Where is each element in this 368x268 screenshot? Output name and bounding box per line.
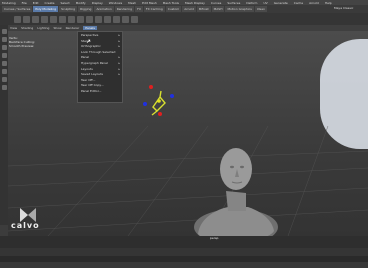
shelf-tab[interactable]: Curves / Surfaces [2,6,33,12]
panel-menu-item[interactable]: Panels [83,26,97,30]
select-tool-icon[interactable] [1,29,7,34]
logo-text: calvo [11,221,40,230]
shelf-icon-row [0,13,368,25]
menu-item[interactable]: UV [263,1,267,5]
manip-handle-yellow[interactable] [157,99,161,103]
locator-shape [151,90,166,116]
cube-icon[interactable] [23,15,30,23]
shelf-tab[interactable]: Poly Modeling [33,6,59,12]
shelf-tab[interactable]: Motion Graphics [225,6,254,12]
time-slider[interactable] [0,236,368,248]
shelf-tab[interactable]: Arnold [182,6,196,12]
manip-handle-red[interactable] [149,85,153,89]
cone-icon[interactable] [41,15,48,23]
manip-handle-blue-2[interactable] [143,102,147,106]
shelf-tab[interactable]: MASH [211,6,225,12]
manip-handle-red-2[interactable] [158,112,162,116]
menu-item[interactable]: Curves [211,1,221,5]
shelf-tab[interactable]: FX [135,6,143,12]
panel-menu-item[interactable]: Renderer [66,26,80,30]
panel-menu-item[interactable]: Lighting [37,26,49,30]
manip-handle-blue[interactable] [170,94,174,98]
toolbox [0,25,8,225]
menu-item[interactable]: Display [92,1,103,5]
bevel-icon[interactable] [104,15,111,23]
workspace-selector[interactable]: Maya Classic [334,6,353,10]
paint-select-tool-icon[interactable] [1,45,7,50]
scale-tool-icon[interactable] [1,69,7,74]
move-tool-icon[interactable] [1,53,7,58]
menu-item[interactable]: Cache [294,1,303,5]
panel-menu-item[interactable]: Shading [21,26,33,30]
hud-display: Verts: Backface Culling: Smooth Preview: [9,36,35,48]
help-line [0,262,368,268]
menu-item[interactable]: Create [45,1,55,5]
cylinder-icon[interactable] [32,15,39,23]
menu-item[interactable]: Arnold [309,1,319,5]
extrude-icon[interactable] [86,15,93,23]
sphere-icon[interactable] [14,15,21,23]
panel-menu-item[interactable]: View [10,26,17,30]
shelf-tab[interactable]: FX Caching [143,6,165,12]
separate-icon[interactable] [77,15,84,23]
menu-item[interactable]: Edit [33,1,39,5]
rotate-tool-icon[interactable] [1,61,7,66]
single-layout-icon[interactable] [1,77,7,82]
menu-item[interactable]: Modify [76,1,86,5]
menu-item[interactable]: Deform [246,1,257,5]
mouse-cursor-icon: ➚ [86,38,92,45]
shelf-tab[interactable]: Animation [94,6,114,12]
range-slider[interactable] [0,248,368,256]
shelf-tab[interactable]: Rendering [114,6,135,12]
perspective-viewport[interactable] [8,31,368,236]
dropdown-item[interactable]: Panel Editor... [78,89,122,95]
locator-manipulator[interactable] [135,83,185,123]
shelf-tab[interactable]: Sculpting [59,6,78,12]
torus-icon[interactable] [59,15,66,23]
menu-item[interactable]: Mesh [128,1,136,5]
menu-item[interactable]: Windows [109,1,122,5]
multicut-icon[interactable] [122,15,129,23]
bridge-icon[interactable] [95,15,102,23]
menu-item[interactable]: Modeling [2,1,16,5]
panels-dropdown-menu: PerspectiveStereoOrthographicLook Throug… [77,31,123,103]
menu-item[interactable]: Mesh Display [185,1,205,5]
menu-item[interactable]: Edit Mesh [142,1,157,5]
menu-item[interactable]: File [22,1,27,5]
four-layout-icon[interactable] [1,85,7,90]
hud-smooth: Smooth Preview: [9,44,35,48]
camera-label: persp [210,236,219,240]
plane-icon[interactable] [50,15,57,23]
panel-menu-item[interactable]: Show [53,26,61,30]
menu-item[interactable]: Surfaces [227,1,240,5]
menu-item[interactable]: Select [60,1,69,5]
merge-icon[interactable] [113,15,120,23]
lasso-tool-icon[interactable] [1,37,7,42]
shelf-tab[interactable]: XGen [254,6,267,12]
head-bust-model[interactable] [188,139,278,236]
panel-menubar: View Shading Lighting Show Renderer Panels [8,25,368,31]
combine-icon[interactable] [68,15,75,23]
target-weld-icon[interactable] [131,15,138,23]
menu-item[interactable]: Generate [274,1,288,5]
shelf-tabs: Curves / Surfaces Poly Modeling Sculpting R… [0,5,368,13]
shelf-tab[interactable]: Bifrost [196,6,211,12]
shelf-tab[interactable]: Custom [165,6,182,12]
shelf-tab[interactable]: Rigging [78,6,94,12]
menu-item[interactable]: Mesh Tools [163,1,179,5]
menu-item[interactable]: Help [325,1,332,5]
